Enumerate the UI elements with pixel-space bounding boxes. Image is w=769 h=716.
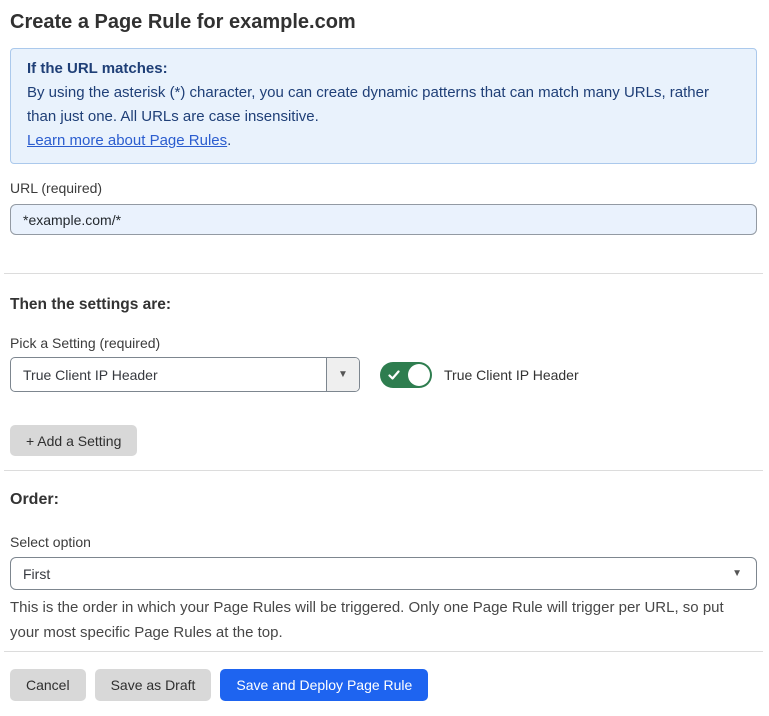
order-select[interactable]: First ▼ xyxy=(10,557,757,590)
info-box-body: By using the asterisk (*) character, you… xyxy=(27,81,740,129)
setting-select[interactable]: True Client IP Header ▼ xyxy=(10,357,360,392)
toggle-knob xyxy=(408,364,430,386)
add-setting-button[interactable]: + Add a Setting xyxy=(10,425,137,456)
page-title: Create a Page Rule for example.com xyxy=(10,8,757,36)
setting-toggle[interactable] xyxy=(380,362,432,388)
url-match-info-box: If the URL matches: By using the asteris… xyxy=(10,48,757,164)
url-input[interactable] xyxy=(10,204,757,235)
divider xyxy=(4,651,763,652)
info-box-link-line: Learn more about Page Rules. xyxy=(27,129,740,153)
order-help-text: This is the order in which your Page Rul… xyxy=(10,595,757,645)
learn-more-link[interactable]: Learn more about Page Rules xyxy=(27,132,227,149)
setting-select-value: True Client IP Header xyxy=(11,367,326,383)
chevron-down-icon: ▼ xyxy=(732,569,742,579)
settings-section-heading: Then the settings are: xyxy=(10,295,757,314)
setting-toggle-label: True Client IP Header xyxy=(444,367,579,383)
check-icon xyxy=(388,369,400,381)
save-deploy-button[interactable]: Save and Deploy Page Rule xyxy=(220,669,428,701)
setting-picker-label: Pick a Setting (required) xyxy=(10,335,757,352)
page-rule-form: Create a Page Rule for example.com If th… xyxy=(0,8,769,701)
divider xyxy=(4,470,763,471)
save-draft-button[interactable]: Save as Draft xyxy=(95,669,212,701)
order-section-heading: Order: xyxy=(10,490,757,509)
url-field-label: URL (required) xyxy=(10,180,757,197)
divider xyxy=(4,273,763,274)
cancel-button[interactable]: Cancel xyxy=(10,669,86,701)
order-select-label: Select option xyxy=(10,534,757,551)
chevron-down-icon: ▼ xyxy=(338,370,348,380)
link-suffix: . xyxy=(227,132,231,149)
setting-row: True Client IP Header ▼ True Client IP H… xyxy=(10,357,757,392)
setting-select-arrow-segment[interactable]: ▼ xyxy=(326,358,359,391)
footer-actions: Cancel Save as Draft Save and Deploy Pag… xyxy=(10,669,757,701)
info-box-heading: If the URL matches: xyxy=(27,57,740,81)
order-select-value: First xyxy=(11,566,756,582)
